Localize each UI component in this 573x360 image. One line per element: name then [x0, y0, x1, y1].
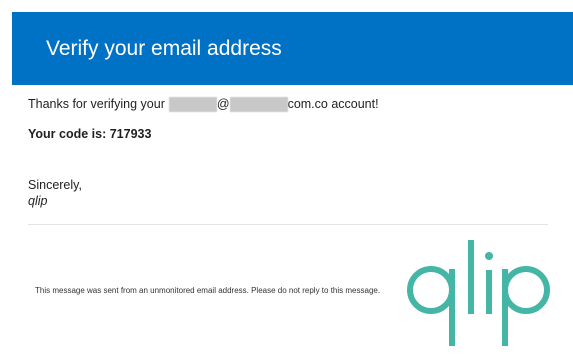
at-symbol: @ — [216, 97, 230, 111]
redacted-username — [168, 96, 217, 112]
redacted-domain — [229, 96, 288, 112]
divider — [28, 224, 548, 225]
email-page: Verify your email address Thanks for ver… — [0, 0, 573, 360]
email-title: Verify your email address — [46, 37, 282, 60]
qlip-logo — [407, 240, 550, 346]
message-suffix: com.co account! — [287, 97, 379, 111]
verification-message: Thanks for verifying your @ com.co accou… — [28, 95, 379, 113]
verification-code: Your code is: 717933 — [28, 127, 152, 141]
message-prefix: Thanks for verifying your — [28, 97, 165, 111]
email-header: Verify your email address — [12, 12, 573, 85]
footer-notice: This message was sent from an unmonitore… — [35, 286, 381, 295]
signature: qlip — [28, 194, 48, 208]
